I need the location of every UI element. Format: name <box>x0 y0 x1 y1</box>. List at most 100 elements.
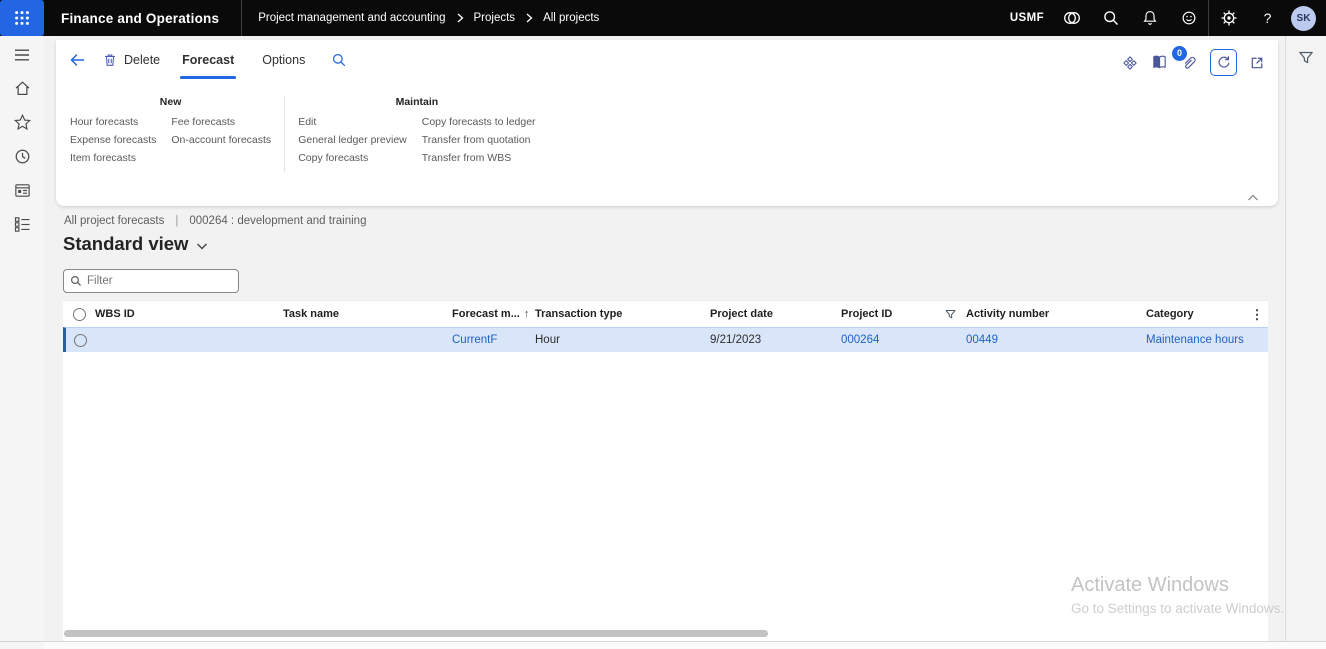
project-id-link[interactable]: 000264 <box>841 334 944 346</box>
open-in-new-window-button[interactable] <box>1249 54 1266 71</box>
view-title-label: Standard view <box>63 233 188 255</box>
ribbon-group-maintain: Maintain Edit General ledger preview Cop… <box>298 96 535 172</box>
attachments-count-badge: 0 <box>1172 46 1187 61</box>
ribbon: New Hour forecasts Expense forecasts Ite… <box>70 96 536 172</box>
transfer-from-wbs-button[interactable]: Transfer from WBS <box>422 153 536 164</box>
modules-list-icon <box>13 215 32 234</box>
refresh-icon <box>1216 55 1231 70</box>
show-related-button[interactable] <box>1151 54 1168 71</box>
user-avatar[interactable]: SK <box>1291 6 1316 31</box>
ribbon-group-new: New Hour forecasts Expense forecasts Ite… <box>70 96 271 172</box>
ribbon-group-title: Maintain <box>298 96 535 108</box>
search-icon <box>331 52 347 68</box>
copy-forecasts-to-ledger-button[interactable]: Copy forecasts to ledger <box>422 117 536 128</box>
row-checkbox-cell <box>66 334 95 347</box>
fee-forecasts-button[interactable]: Fee forecasts <box>171 117 271 128</box>
chevron-right-icon <box>456 13 464 23</box>
horizontal-scrollbar-thumb[interactable] <box>64 630 768 637</box>
grid-header-row: WBS ID Task name Forecast m... ↑ Transac… <box>63 301 1268 327</box>
column-header-activity-number[interactable]: Activity number <box>966 308 1146 320</box>
collapse-ribbon-button[interactable] <box>1246 192 1260 203</box>
item-forecasts-button[interactable]: Item forecasts <box>70 153 156 164</box>
popout-icon <box>1249 54 1266 71</box>
power-apps-button[interactable] <box>1121 54 1139 72</box>
select-all-radio[interactable] <box>73 308 86 321</box>
on-account-forecasts-button[interactable]: On-account forecasts <box>171 135 271 146</box>
nav-recent-button[interactable] <box>12 147 32 166</box>
nav-home-button[interactable] <box>12 79 32 98</box>
ribbon-group-divider <box>284 96 285 172</box>
row-select-radio[interactable] <box>74 334 87 347</box>
topbar-actions: USMF <box>1002 0 1326 36</box>
refresh-button[interactable] <box>1210 49 1237 76</box>
column-header-category[interactable]: Category <box>1146 308 1246 320</box>
column-header-project-id[interactable]: Project ID <box>841 308 944 320</box>
edit-button[interactable]: Edit <box>298 117 407 128</box>
attachments-button[interactable]: 0 <box>1180 54 1198 72</box>
feedback-button[interactable] <box>1169 0 1208 36</box>
filter-pane-rail <box>1285 36 1326 641</box>
ribbon-group-title: New <box>70 96 271 108</box>
star-icon <box>13 113 32 132</box>
delete-button-label: Delete <box>124 53 160 67</box>
smiley-icon <box>1180 9 1198 27</box>
page-context-line: All project forecasts | 000264 : develop… <box>64 215 366 227</box>
nav-favorites-button[interactable] <box>12 113 32 132</box>
row-cell-forecast-model[interactable]: CurrentF <box>452 334 535 346</box>
filter-input[interactable] <box>87 275 232 287</box>
tab-forecast[interactable]: Forecast <box>182 49 234 71</box>
search-button[interactable] <box>1091 0 1130 36</box>
command-bar: Delete Forecast Options <box>56 40 1278 80</box>
select-all-checkbox[interactable] <box>63 308 95 321</box>
copilot-icon <box>1062 8 1082 28</box>
grid-options-kebab-button[interactable]: ⋮ <box>1246 308 1268 321</box>
breadcrumb-page[interactable]: All projects <box>543 12 599 24</box>
transfer-from-quotation-button[interactable]: Transfer from quotation <box>422 135 536 146</box>
category-link[interactable]: Maintenance hours <box>1146 334 1246 346</box>
column-header-forecast-model[interactable]: Forecast m... ↑ <box>452 308 535 320</box>
tab-options[interactable]: Options <box>262 49 305 71</box>
expense-forecasts-button[interactable]: Expense forecasts <box>70 135 156 146</box>
expand-nav-button[interactable] <box>12 45 32 64</box>
delete-button[interactable]: Delete <box>102 52 160 68</box>
diamonds-icon <box>1121 54 1139 72</box>
column-header-transaction-type[interactable]: Transaction type <box>535 308 710 320</box>
view-selector[interactable]: Standard view <box>63 233 208 255</box>
waffle-icon <box>14 10 30 26</box>
forecast-model-link[interactable]: CurrentF <box>452 334 497 346</box>
chevron-down-icon <box>196 242 208 251</box>
grid-row-selected[interactable]: CurrentF Hour 9/21/2023 000264 00449 Mai… <box>63 327 1268 352</box>
company-picker[interactable]: USMF <box>1002 0 1052 36</box>
nav-modules-button[interactable] <box>12 215 32 234</box>
action-search-button[interactable] <box>331 52 347 68</box>
breadcrumb: Project management and accounting Projec… <box>258 12 599 24</box>
context-record-name[interactable]: 000264 : development and training <box>189 215 366 227</box>
copilot-button[interactable] <box>1052 0 1091 36</box>
breadcrumb-area[interactable]: Projects <box>474 12 516 24</box>
active-tab-underline <box>180 76 236 79</box>
copy-forecasts-button[interactable]: Copy forecasts <box>298 153 407 164</box>
activity-number-link[interactable]: 00449 <box>966 334 1146 346</box>
notifications-button[interactable] <box>1130 0 1169 36</box>
gear-icon <box>1220 9 1238 27</box>
hour-forecasts-button[interactable]: Hour forecasts <box>70 117 156 128</box>
column-header-task-name[interactable]: Task name <box>283 308 452 320</box>
nav-workspaces-button[interactable] <box>12 181 32 200</box>
home-icon <box>13 79 32 98</box>
clock-icon <box>13 147 32 166</box>
help-button[interactable]: ? <box>1248 0 1287 36</box>
settings-button[interactable] <box>1209 0 1248 36</box>
app-launcher-button[interactable] <box>0 0 44 36</box>
column-header-wbs-id[interactable]: WBS ID <box>95 308 283 320</box>
breadcrumb-module[interactable]: Project management and accounting <box>258 12 445 24</box>
action-pane-tabs: Forecast Options <box>182 49 305 71</box>
app-title[interactable]: Finance and Operations <box>61 11 219 26</box>
column-filter-applied-button[interactable] <box>944 308 966 321</box>
general-ledger-preview-button[interactable]: General ledger preview <box>298 135 407 146</box>
column-header-project-date[interactable]: Project date <box>710 308 841 320</box>
row-cell-transaction-type: Hour <box>535 334 710 346</box>
context-list-name[interactable]: All project forecasts <box>64 215 164 227</box>
left-navigation-rail <box>0 36 44 649</box>
open-filter-pane-button[interactable] <box>1297 49 1315 641</box>
back-button[interactable] <box>64 47 90 73</box>
